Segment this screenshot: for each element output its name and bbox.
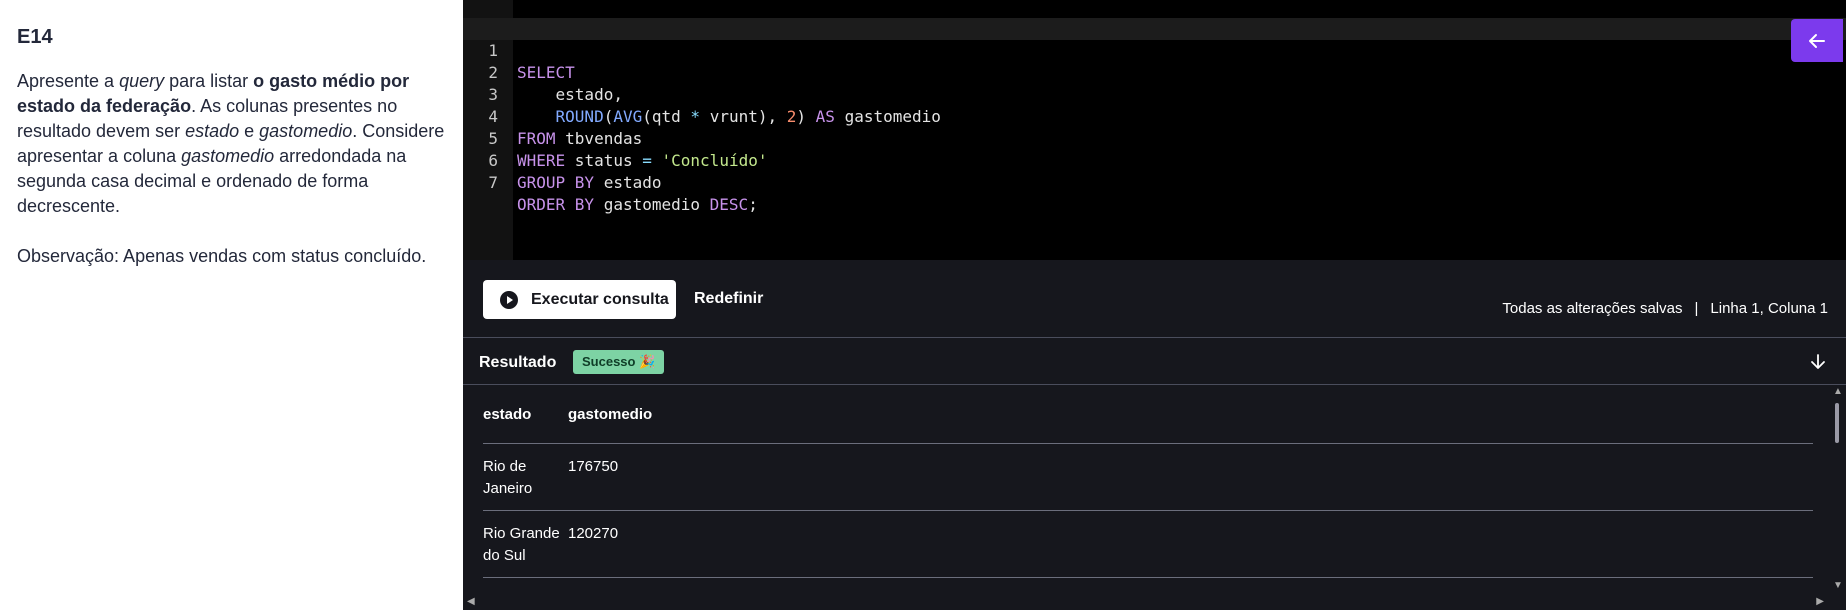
arrow-down-icon[interactable] [1808, 352, 1828, 372]
run-query-label: Executar consulta [531, 290, 669, 308]
code-line[interactable]: 5 WHERE status = 'Concluído' [463, 106, 1846, 170]
code-line[interactable]: 3 ROUND(AVG(qtd * vrunt), 2) AS gastomed… [463, 62, 1846, 126]
run-query-button[interactable]: Executar consulta [483, 280, 676, 319]
column-header: gastomedio [568, 386, 1813, 444]
result-title: Resultado [479, 354, 557, 371]
horizontal-scrollbar[interactable]: ◀ ▶ [463, 594, 1846, 610]
reset-button[interactable]: Redefinir [694, 290, 763, 308]
cursor-position: Linha 1, Coluna 1 [1710, 300, 1828, 317]
result-header: Resultado Sucesso 🎉 [463, 339, 1846, 385]
table-row: Rio Grande do Sul 120270 [483, 510, 1813, 578]
table-cell: 176750 [568, 443, 1813, 511]
scrollbar-thumb[interactable] [1835, 403, 1839, 443]
code-line[interactable]: 2 estado, [463, 40, 1846, 104]
code-line[interactable]: 7 ORDER BY gastomedio DESC; [463, 150, 1846, 214]
code-line[interactable]: 1 SELECT [463, 18, 1846, 82]
table-cell: 120270 [568, 510, 1813, 578]
scroll-right-icon[interactable]: ▶ [1816, 596, 1824, 607]
exercise-id: E14 [17, 26, 53, 48]
saved-status: Todas as alterações salvas [1502, 300, 1683, 317]
table-cell: Rio Grande do Sul [483, 510, 568, 578]
exercise-description: Apresente a query para listar o gasto mé… [17, 71, 445, 216]
exercise-panel: E14 Apresente a query para listar o gast… [0, 0, 463, 610]
back-button[interactable] [1791, 19, 1843, 62]
scroll-up-icon[interactable]: ▲ [1833, 386, 1843, 397]
line-number: 7 [488, 173, 498, 192]
code-line[interactable]: 6 GROUP BY estado [463, 128, 1846, 192]
editor-toolbar: Executar consulta Redefinir Todas as alt… [463, 260, 1846, 338]
table-row: Rio de Janeiro 176750 [483, 443, 1813, 511]
scroll-left-icon[interactable]: ◀ [467, 596, 475, 607]
column-header: estado [483, 386, 568, 444]
scroll-down-icon[interactable]: ▼ [1833, 580, 1843, 591]
table-header-row: estado gastomedio [483, 386, 1813, 444]
workspace: 1 SELECT 2 estado, 3 ROUND(AVG(qtd * vru… [463, 0, 1846, 610]
result-table: estado gastomedio Rio de Janeiro 176750 … [483, 386, 1813, 578]
arrow-left-icon [1809, 33, 1825, 48]
exercise-observation: Observação: Apenas vendas com status con… [17, 246, 427, 266]
sql-editor[interactable]: 1 SELECT 2 estado, 3 ROUND(AVG(qtd * vru… [463, 0, 1846, 260]
result-table-container: estado gastomedio Rio de Janeiro 176750 … [463, 386, 1846, 610]
status-separator: | [1694, 300, 1699, 317]
table-cell: Rio de Janeiro [483, 443, 568, 511]
status-badge: Sucesso 🎉 [573, 350, 665, 374]
play-circle-icon [500, 290, 518, 309]
vertical-scrollbar[interactable]: ▲ ▼ [1828, 386, 1846, 594]
code-line[interactable]: 4 FROM tbvendas [463, 84, 1846, 148]
editor-status: Todas as alterações salvas | Linha 1, Colu… [1502, 300, 1828, 317]
